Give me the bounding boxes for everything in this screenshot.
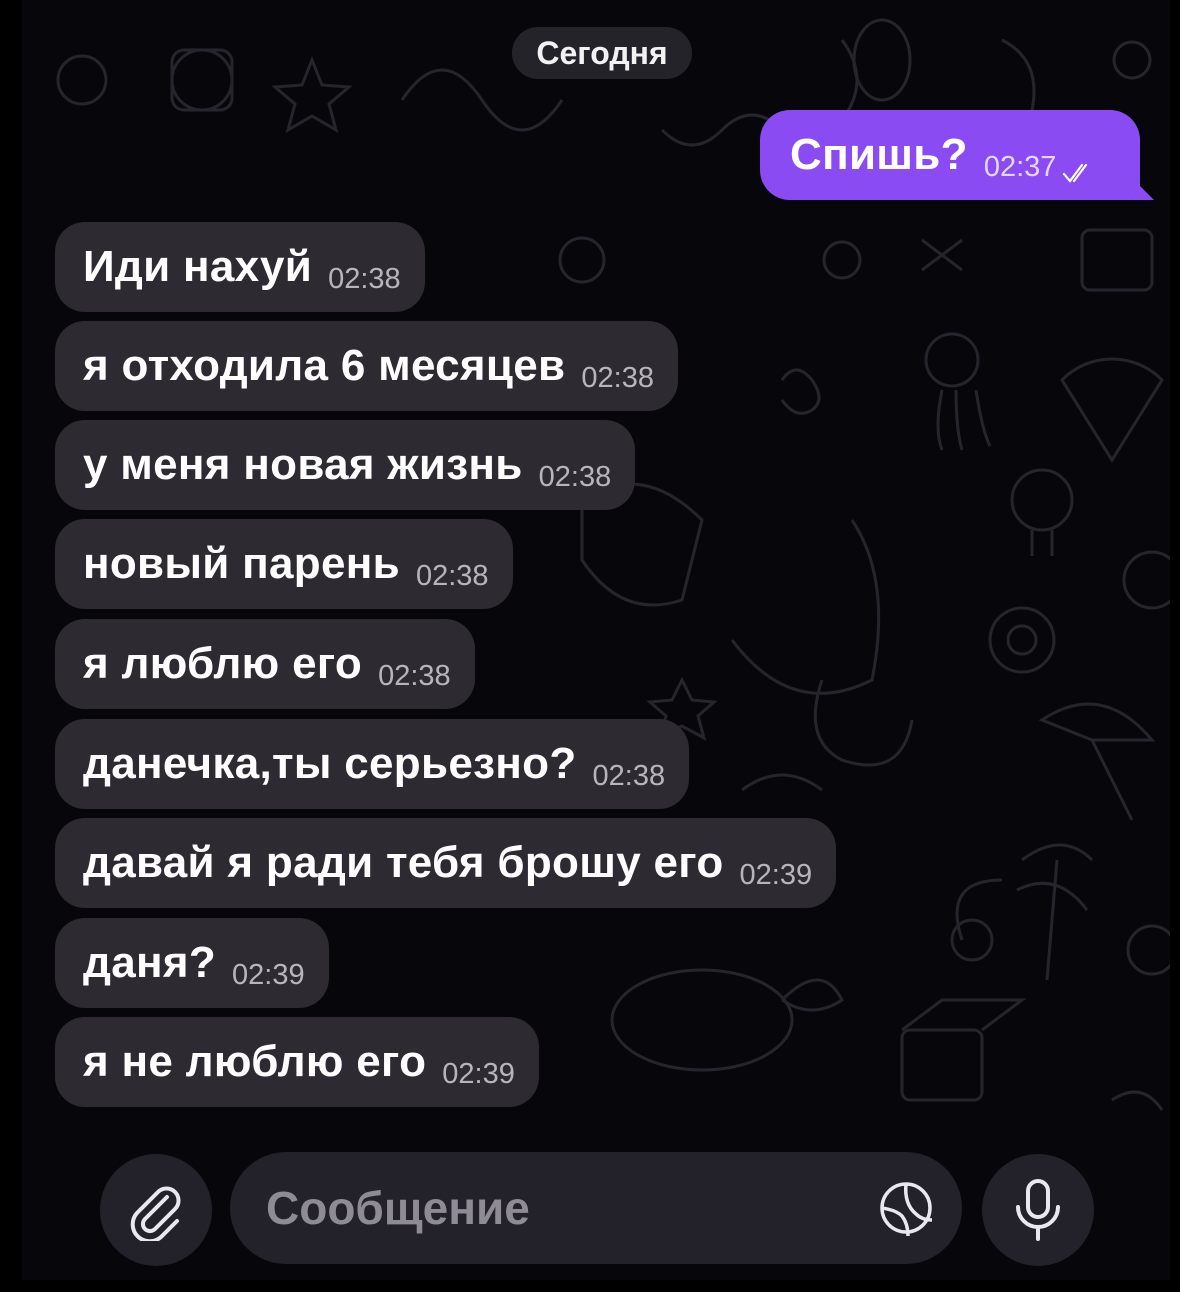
- message-composer: Сообщение: [22, 1140, 1170, 1280]
- message-time: 02:37: [983, 151, 1057, 183]
- incoming-message[interactable]: я люблю его 02:38: [55, 619, 475, 709]
- voice-message-button[interactable]: [982, 1154, 1094, 1266]
- outgoing-message[interactable]: Спишь? 02:37: [760, 110, 1154, 200]
- incoming-message[interactable]: у меня новая жизнь 02:38: [55, 420, 636, 510]
- incoming-message[interactable]: я не люблю его 02:39: [55, 1017, 539, 1107]
- double-check-icon: [1063, 163, 1088, 183]
- message-text: я отходила 6 месяцев: [83, 341, 566, 390]
- paperclip-icon: [130, 1186, 181, 1241]
- incoming-message[interactable]: данечка,ты серьезно? 02:38: [55, 719, 690, 809]
- message-text: новый парень: [83, 539, 400, 588]
- message-time: 02:39: [232, 959, 305, 991]
- sticker-icon[interactable]: [878, 1180, 934, 1236]
- message-input[interactable]: Сообщение: [230, 1152, 962, 1264]
- message-text: я люблю его: [83, 639, 363, 688]
- message-text: Иди нахуй: [83, 242, 313, 291]
- attach-button[interactable]: [100, 1154, 212, 1266]
- incoming-message[interactable]: я отходила 6 месяцев 02:38: [55, 321, 678, 411]
- microphone-icon: [1016, 1179, 1060, 1241]
- incoming-message[interactable]: Иди нахуй 02:38: [55, 222, 425, 312]
- chat-view: Сегодня Спишь? 02:37 Иди нахуй 02:38 я отх…: [22, 0, 1170, 1280]
- message-text: я не люблю его: [83, 1037, 427, 1086]
- incoming-message[interactable]: давай я ради тебя брошу его 02:39: [55, 818, 837, 908]
- message-time: 02:38: [581, 362, 654, 394]
- message-time: 02:38: [415, 560, 489, 592]
- date-separator: Сегодня: [512, 27, 692, 79]
- message-time: 02:38: [328, 263, 401, 295]
- message-text: давай я ради тебя брошу его: [83, 838, 724, 887]
- message-time: 02:38: [538, 461, 612, 493]
- message-time: 02:38: [378, 660, 451, 692]
- message-time: 02:39: [739, 859, 813, 891]
- message-input-placeholder: Сообщение: [266, 1182, 530, 1234]
- incoming-message[interactable]: новый парень 02:38: [55, 519, 513, 609]
- message-text: данечка,ты серьезно?: [83, 739, 577, 788]
- message-time: 02:38: [592, 760, 666, 792]
- message-time: 02:39: [442, 1058, 515, 1090]
- message-text: у меня новая жизнь: [83, 440, 523, 489]
- message-text: Спишь?: [790, 130, 968, 179]
- incoming-message[interactable]: даня? 02:39: [55, 918, 329, 1008]
- message-text: даня?: [83, 938, 217, 987]
